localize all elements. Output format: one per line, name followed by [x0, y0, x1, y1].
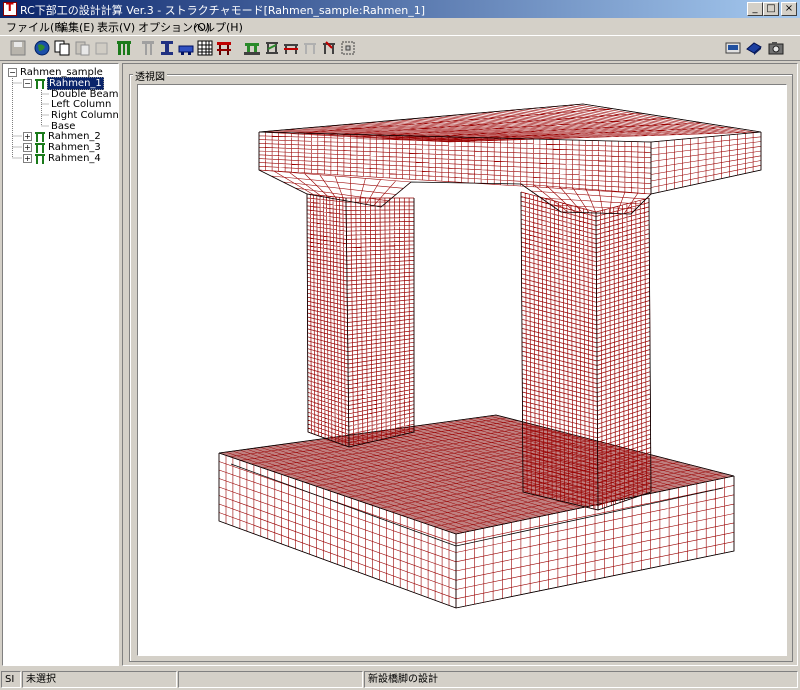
pier-icon: [35, 132, 45, 142]
perspective-viewport[interactable]: [137, 84, 787, 656]
disabled-frame-icon[interactable]: [301, 39, 319, 57]
menu-view[interactable]: 表示(V): [97, 19, 135, 35]
perspective-label: 透視図: [133, 68, 167, 83]
report-icon[interactable]: [724, 39, 742, 57]
status-empty: [178, 671, 363, 688]
tree-item-rahmen-4[interactable]: Rahmen_4: [48, 153, 101, 164]
app-icon[interactable]: [3, 1, 17, 16]
tree-item-left-column[interactable]: Left Column: [51, 99, 111, 110]
calc-icon[interactable]: [320, 39, 338, 57]
expand-rahmen-3-icon[interactable]: +: [23, 143, 32, 152]
menu-bar: ファイル(F) 編集(E) 表示(V) オプション(O) ヘルプ(H): [0, 18, 800, 35]
pier-icon: [35, 143, 45, 153]
title-bar: RC下部工の設計計算 Ver.3 - ストラクチャモード[Rahmen_samp…: [0, 0, 800, 18]
save-icon[interactable]: [9, 39, 27, 57]
foundation-icon[interactable]: [243, 39, 261, 57]
frame-icon[interactable]: [215, 39, 233, 57]
globe-icon[interactable]: [33, 39, 51, 57]
camera-icon[interactable]: [767, 39, 785, 57]
expand-rahmen-1-icon[interactable]: −: [23, 79, 32, 88]
tree-item-rahmen-2[interactable]: Rahmen_2: [48, 131, 101, 142]
structure-tree[interactable]: − Rahmen_sample − Rahmen_1 Double Beam L…: [2, 63, 119, 666]
copy-icon[interactable]: [53, 39, 71, 57]
paste-icon[interactable]: [73, 39, 91, 57]
pier-icon: [35, 154, 45, 164]
pier-icon: [35, 79, 45, 89]
expand-rahmen-4-icon[interactable]: +: [23, 154, 32, 163]
book-icon[interactable]: [745, 39, 763, 57]
pier-icon[interactable]: [115, 39, 133, 57]
main-panel: 透視図: [122, 63, 798, 666]
column-icon[interactable]: [139, 39, 157, 57]
window-title: RC下部工の設計計算 Ver.3 - ストラクチャモード[Rahmen_samp…: [20, 4, 425, 17]
cut-icon[interactable]: [93, 39, 111, 57]
beam-icon[interactable]: [177, 39, 195, 57]
rahmen-mesh: [218, 103, 762, 609]
status-mode: 新設橋脚の設計: [364, 671, 798, 688]
status-bar: SI 未選択 新設橋脚の設計: [0, 669, 800, 690]
minimize-button[interactable]: _: [747, 2, 763, 16]
grid-icon[interactable]: [196, 39, 214, 57]
expand-rahmen-2-icon[interactable]: +: [23, 132, 32, 141]
section-icon[interactable]: [158, 39, 176, 57]
maximize-button[interactable]: □: [763, 2, 779, 16]
close-button[interactable]: ×: [781, 2, 797, 16]
fit-view-icon[interactable]: [339, 39, 357, 57]
expand-root-icon[interactable]: −: [8, 68, 17, 77]
tree-item-right-column[interactable]: Right Column: [51, 110, 119, 121]
status-units: SI: [1, 671, 21, 688]
toolbar: [0, 35, 800, 61]
menu-help[interactable]: ヘルプ(H): [193, 19, 243, 35]
load-icon[interactable]: [282, 39, 300, 57]
status-selection: 未選択: [22, 671, 177, 688]
menu-edit[interactable]: 編集(E): [57, 19, 95, 35]
tree-item-rahmen-3[interactable]: Rahmen_3: [48, 142, 101, 153]
support-icon[interactable]: [263, 39, 281, 57]
